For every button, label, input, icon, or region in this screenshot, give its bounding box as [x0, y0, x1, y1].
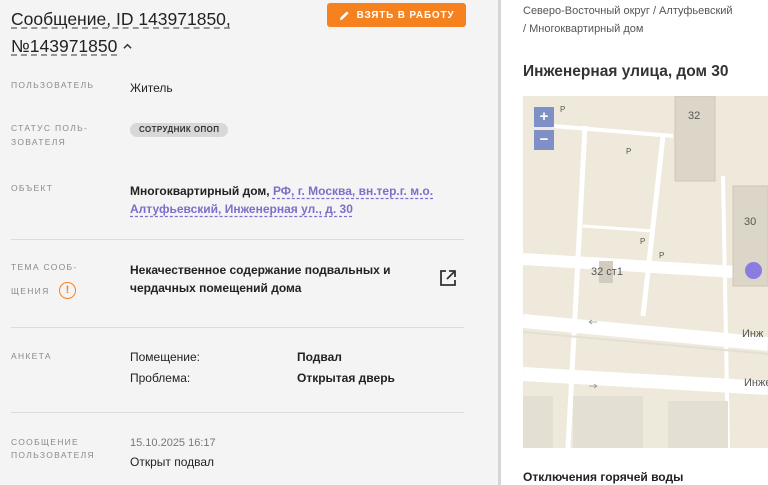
- message-title[interactable]: Сообщение, ID 143971850, №143971850: [11, 6, 311, 60]
- survey-value: Открытая дверь: [297, 371, 395, 385]
- object-label: ОБЪЕКТ: [11, 183, 54, 193]
- address-title: Инженерная улица, дом 30: [523, 63, 729, 80]
- parking-icon: P: [640, 237, 646, 246]
- breadcrumb: Северо-Восточный округ / Алтуфьевский / …: [523, 2, 733, 38]
- status-badge: СОТРУДНИК ОПОП: [130, 123, 229, 137]
- parking-icon: P: [560, 105, 566, 114]
- object-address-wrap: Алтуфьевский, Инженерная ул., д. 30: [130, 200, 353, 218]
- topic-label-line2: ЩЕНИЯ: [11, 286, 50, 296]
- user-message-label-line2: ПОЛЬЗОВАТЕЛЯ: [11, 450, 95, 460]
- chevron-up-icon[interactable]: [123, 42, 132, 51]
- user-message-text: Открыт подвал: [130, 455, 215, 469]
- street-label: Инж: [742, 328, 764, 340]
- divider: [11, 412, 464, 413]
- breadcrumb-line2[interactable]: / Многоквартирный дом: [523, 20, 733, 38]
- map-canvas: [523, 96, 768, 448]
- message-panel: Сообщение, ID 143971850, №143971850 ВЗЯТ…: [0, 0, 498, 485]
- message-title-line2: №143971850: [11, 36, 118, 56]
- divider: [11, 239, 464, 240]
- object-address-link-line2[interactable]: Алтуфьевский, Инженерная ул., д. 30: [130, 202, 353, 216]
- street-label: Инже: [744, 377, 768, 389]
- survey-value: Подвал: [297, 350, 342, 364]
- building-label: 32 ст1: [591, 266, 623, 278]
- location-panel: Северо-Восточный округ / Алтуфьевский / …: [501, 0, 768, 485]
- divider: [11, 327, 464, 328]
- object-type: Многоквартирный дом,: [130, 184, 270, 198]
- take-to-work-button[interactable]: ВЗЯТЬ В РАБОТУ: [327, 3, 466, 27]
- location-marker-icon[interactable]: [745, 262, 762, 279]
- object-value: Многоквартирный дом, РФ, г. Москва, вн.т…: [130, 182, 433, 200]
- building-label: 32: [688, 110, 701, 122]
- message-title-line1: Сообщение, ID 143971850,: [11, 9, 231, 29]
- parking-icon: P: [626, 147, 632, 156]
- topic-label-line1: ТЕМА СООБ-: [11, 262, 78, 272]
- pencil-icon: [339, 10, 349, 20]
- parking-icon: P: [659, 251, 665, 260]
- topic-value-line2: чердачных помещений дома: [130, 281, 302, 295]
- map[interactable]: + − 32 30 32 ст1 Инж Инже P P P P: [523, 96, 768, 448]
- user-value: Житель: [130, 81, 173, 95]
- user-status-label-line2: ЗОВАТЕЛЯ: [11, 137, 67, 147]
- take-to-work-label: ВЗЯТЬ В РАБОТУ: [356, 9, 455, 21]
- user-message-timestamp: 15.10.2025 16:17: [130, 437, 216, 449]
- survey-key: Проблема:: [130, 371, 191, 385]
- external-link-icon[interactable]: [439, 269, 457, 287]
- survey-key: Помещение:: [130, 350, 200, 364]
- warning-icon[interactable]: !: [59, 282, 76, 299]
- survey-label: АНКЕТА: [11, 351, 52, 361]
- breadcrumb-line1[interactable]: Северо-Восточный округ / Алтуфьевский: [523, 2, 733, 20]
- user-label: ПОЛЬЗОВАТЕЛЬ: [11, 80, 95, 90]
- section-title: Отключения горячей воды: [523, 470, 684, 484]
- object-address-link-line1[interactable]: РФ, г. Москва, вн.тер.г. м.о.: [273, 184, 433, 198]
- zoom-out-button[interactable]: −: [534, 130, 554, 150]
- building-label: 30: [744, 216, 757, 228]
- zoom-in-button[interactable]: +: [534, 107, 554, 127]
- topic-value-line1: Некачественное содержание подвальных и: [130, 263, 391, 277]
